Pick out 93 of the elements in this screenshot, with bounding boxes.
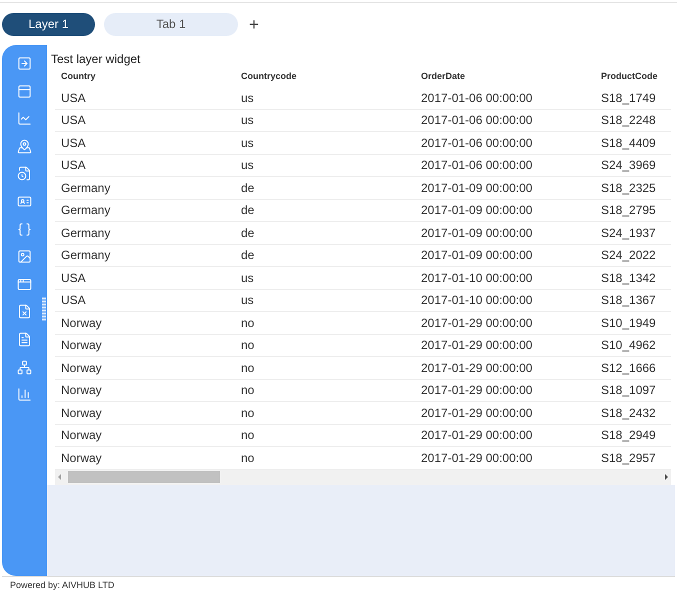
column-header: Country — [61, 70, 96, 84]
table-cell-text: us — [241, 157, 255, 174]
table-cell-text: no — [241, 450, 256, 467]
map-icon[interactable] — [17, 138, 32, 154]
image-icon[interactable] — [17, 249, 32, 264]
table-cell-text: Germany — [61, 247, 112, 264]
table-cell-text: USA — [61, 134, 87, 152]
table-cell-text: no — [241, 382, 256, 400]
table-cell-text: 2017-01-06 00:00:00 — [421, 112, 534, 130]
table-cell-text: USA — [61, 90, 87, 107]
table-cell-text: no — [241, 337, 256, 354]
line-chart-icon[interactable] — [17, 111, 32, 126]
table-cell-text: S18_2325 — [601, 180, 657, 197]
table-cell-text: S12_1666 — [601, 360, 657, 377]
table-cell-text: Norway — [61, 404, 103, 422]
table-cell-text: de — [241, 180, 256, 197]
tab[interactable]: Layer 1 — [2, 12, 95, 36]
widget-title: Test layer widget — [50, 51, 142, 67]
panel-icon[interactable] — [17, 84, 32, 99]
table-cell-text: USA — [61, 112, 87, 130]
table-cell-text: S18_1097 — [601, 382, 657, 400]
column-header: Countrycode — [241, 70, 298, 84]
scrollbar-thumb[interactable] — [68, 471, 220, 483]
table-cell-text: Germany — [61, 202, 112, 220]
table-cell-text: no — [241, 404, 256, 422]
table-cell-text: 2017-01-29 00:00:00 — [421, 404, 534, 422]
table-cell-text: us — [241, 134, 255, 152]
table-cell-text: S24_1937 — [601, 224, 657, 242]
table-cell-text: 2017-01-09 00:00:00 — [421, 247, 534, 264]
table-cell-text: Norway — [61, 314, 103, 332]
table-cell-text: us — [241, 292, 255, 310]
table-cell-text: S18_4409 — [601, 134, 657, 152]
id-card-icon[interactable] — [17, 194, 32, 209]
table-cell-text: 2017-01-06 00:00:00 — [421, 157, 534, 174]
table-cell-text: 2017-01-29 00:00:00 — [421, 314, 534, 332]
table-cell-text: de — [241, 247, 256, 264]
table-cell-text: S24_2022 — [601, 247, 657, 264]
table-cell-text: 2017-01-10 00:00:00 — [421, 270, 534, 287]
table-cell-text: us — [241, 112, 255, 130]
table-cell-text: Norway — [61, 450, 103, 467]
add-tab-button[interactable]: + — [247, 16, 261, 32]
table-cell-text: S18_2248 — [601, 112, 657, 130]
window-icon[interactable] — [17, 276, 32, 292]
table-cell-text: USA — [61, 292, 87, 310]
table-cell-text: S18_2949 — [601, 427, 657, 444]
table-cell-text: 2017-01-09 00:00:00 — [421, 202, 534, 220]
arrow-box-icon[interactable] — [17, 56, 32, 71]
tab[interactable]: Tab 1 — [104, 12, 238, 36]
table-cell-text: 2017-01-29 00:00:00 — [421, 337, 534, 354]
horizontal-scrollbar[interactable] — [55, 470, 671, 484]
table-cell-text: Norway — [61, 382, 103, 400]
table-cell-text: no — [241, 427, 256, 444]
resize-grip-icon[interactable] — [42, 297, 46, 321]
column-header: ProductCode — [601, 70, 659, 84]
table-cell-text: USA — [61, 270, 87, 287]
footer-text: Powered by: AIVHUB LTD — [9, 579, 116, 592]
table-cell-text: us — [241, 90, 255, 107]
table-cell-text: S18_1342 — [601, 270, 657, 287]
braces-icon[interactable] — [17, 222, 32, 237]
table-cell-text: 2017-01-29 00:00:00 — [421, 450, 534, 467]
table-cell-text: de — [241, 224, 256, 242]
column-header: OrderDate — [421, 70, 466, 84]
table-cell-text: Norway — [61, 337, 103, 354]
table-cell-text: Norway — [61, 360, 103, 377]
bar-chart-icon[interactable] — [17, 387, 32, 402]
table-cell-text: no — [241, 360, 256, 377]
table-cell-text: S24_3969 — [601, 157, 657, 174]
table-cell-text: S18_2795 — [601, 202, 657, 220]
table-cell-text: 2017-01-29 00:00:00 — [421, 382, 534, 400]
table-cell-text: de — [241, 202, 256, 220]
table-cell-text: S18_2957 — [601, 450, 657, 467]
file-x-icon[interactable] — [17, 304, 32, 320]
table-cell-text: 2017-01-09 00:00:00 — [421, 224, 534, 242]
table-cell-text: S18_2432 — [601, 404, 657, 422]
table-cell-text: Norway — [61, 427, 103, 444]
file-icon[interactable] — [17, 332, 32, 347]
table-cell-text: 2017-01-29 00:00:00 — [421, 427, 534, 444]
table-cell-text: 2017-01-06 00:00:00 — [421, 90, 534, 107]
table-cell-text: S18_1749 — [601, 90, 657, 107]
table-cell-text: no — [241, 314, 256, 332]
table-cell-text: 2017-01-09 00:00:00 — [421, 180, 534, 197]
table-cell-text: us — [241, 270, 255, 287]
table-cell-text: Germany — [61, 224, 112, 242]
table-cell-text: 2017-01-06 00:00:00 — [421, 134, 534, 152]
table-cell-text: 2017-01-10 00:00:00 — [421, 292, 534, 310]
table-cell-text: 2017-01-29 00:00:00 — [421, 360, 534, 377]
file-clock-icon[interactable] — [17, 166, 32, 182]
table-cell-text: S10_1949 — [601, 314, 657, 332]
table-cell-text: USA — [61, 157, 87, 174]
table-cell-text: S10_4962 — [601, 337, 657, 354]
table-cell-text: Germany — [61, 180, 112, 197]
table-cell-text: S18_1367 — [601, 292, 657, 310]
tree-icon[interactable] — [17, 360, 32, 375]
